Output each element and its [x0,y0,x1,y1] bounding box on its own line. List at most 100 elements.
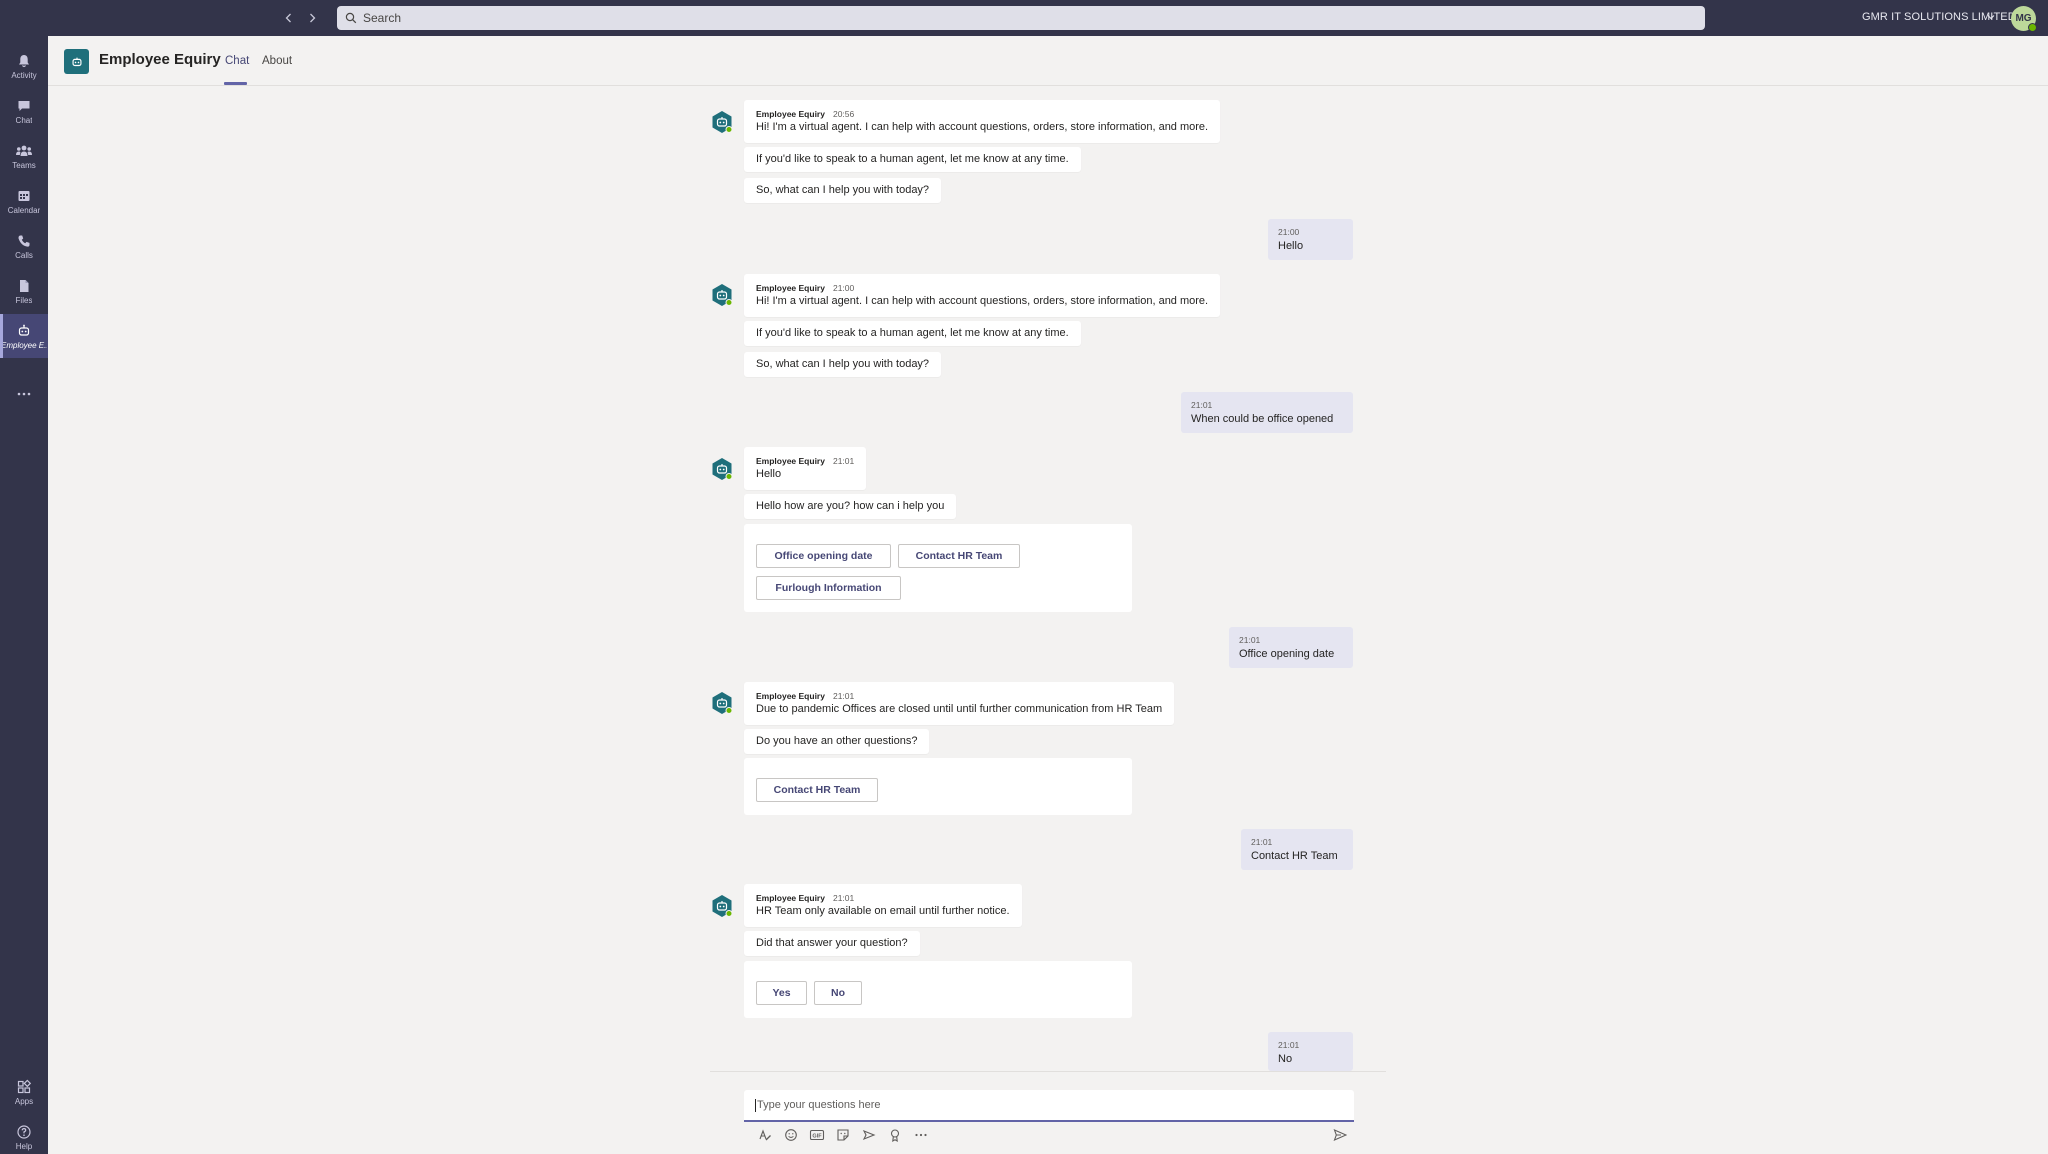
user-message: 21:01 No [1268,1032,1353,1071]
message-text: If you'd like to speak to a human agent,… [756,153,1069,165]
message-text: Hi! I'm a virtual agent. I can help with… [756,121,1209,133]
presence-indicator [2028,23,2037,32]
teams-icon [16,145,32,156]
bell-icon [19,54,29,67]
suggested-actions-card: Contact HR Team [744,758,1132,815]
sender-name: Employee Equiry [756,893,825,903]
rail-label: Chat [15,115,33,125]
contact-hr-team-button[interactable]: Contact HR Team [898,544,1020,568]
send-button[interactable] [1329,1126,1351,1144]
message-time: 21:01 [1278,1040,1300,1050]
chevron-down-icon[interactable] [1986,12,1996,22]
rail-label: Apps [14,1096,34,1106]
office-opening-date-button[interactable]: Office opening date [756,544,891,568]
suggested-actions-card: Yes No [744,961,1132,1018]
message-time: 21:01 [1239,635,1261,645]
message-time: 21:01 [832,691,855,701]
more-icon [17,392,31,396]
app-header: Employee Equiry Chat About [48,36,2048,86]
yes-button[interactable]: Yes [756,981,807,1005]
search-icon [345,12,357,24]
bot-message: Employee Equiry 21:01 Due to pandemic Off… [744,682,1175,725]
app-icon [64,49,89,74]
message-meta: Employee Equiry 21:01 [756,691,1162,702]
message-text: So, what can I help you with today? [756,184,930,196]
message-time: 21:01 [1251,837,1273,847]
message-text: If you'd like to speak to a human agent,… [756,327,1069,339]
bot-message: Did that answer your question? [744,931,920,956]
suggested-actions-card: Office opening date Contact HR Team Furl… [744,524,1132,612]
avatar[interactable]: MG [2011,6,2037,32]
rail-label: Teams [12,160,36,170]
rail-item-teams[interactable]: Teams [0,134,48,178]
compose-placeholder: Type your questions here [757,1099,881,1111]
rail-label: Help [15,1141,33,1151]
bot-message: Do you have an other questions? [744,729,930,754]
message-time: 20:56 [832,109,855,119]
send-icon [1333,1128,1347,1142]
rail-item-chat[interactable]: Chat [0,89,48,133]
bot-message: Employee Equiry 21:01 HR Team only availa… [744,884,1022,927]
bot-message: Employee Equiry 20:56 Hi! I'm a virtual a… [744,100,1221,143]
message-text: So, what can I help you with today? [756,358,930,370]
tab-chat[interactable]: Chat [225,55,249,67]
message-text: Contact HR Team [1251,850,1338,862]
bot-message: Employee Equiry 21:00 Hi! I'm a virtual a… [744,274,1221,317]
chat-icon [18,100,30,111]
bot-avatar-icon [712,692,733,714]
back-arrow-icon[interactable] [279,8,299,28]
bot-message: So, what can I help you with today? [744,178,942,203]
bot-message: Hello how are you? how can i help you [744,494,957,519]
rail-label: Files [15,295,33,305]
bot-message: If you'd like to speak to a human agent,… [744,321,1081,346]
sender-name: Employee Equiry [756,109,825,119]
active-tab-indicator [224,82,247,85]
rail-item-apps[interactable]: Apps [0,1070,48,1114]
phone-icon [18,235,30,247]
message-meta: Employee Equiry 20:56 [756,109,1208,120]
page-title: Employee Equiry [99,51,221,68]
rail-item-files[interactable]: Files [0,269,48,313]
rail-more-button[interactable] [0,372,48,416]
rail-item-employee-equiry[interactable]: Employee E... [0,314,48,358]
meet-icon[interactable] [856,1126,882,1144]
rail-item-activity[interactable]: Activity [0,44,48,88]
message-text: Hello [756,468,782,480]
bot-icon [71,57,82,66]
apps-icon [17,1079,32,1093]
rail-label: Activity [11,70,37,80]
no-button[interactable]: No [814,981,862,1005]
sticker-icon[interactable] [830,1126,856,1144]
message-text: When could be office opened [1191,413,1334,425]
message-time: 21:00 [832,283,855,293]
avatar-initials: MG [2015,13,2032,24]
more-icon[interactable] [908,1126,934,1144]
format-icon[interactable] [752,1126,778,1144]
compose-toolbar: GIF [752,1126,934,1144]
user-message: 21:00 Hello [1268,219,1353,260]
search-input[interactable]: Search [337,6,1705,30]
svg-text:GIF: GIF [812,1134,822,1140]
sender-name: Employee Equiry [756,456,825,466]
message-text: Office opening date [1239,648,1335,660]
bot-message: If you'd like to speak to a human agent,… [744,147,1081,172]
message-time: 21:01 [832,456,855,466]
forward-arrow-icon[interactable] [302,8,322,28]
sender-name: Employee Equiry [756,691,825,701]
text-caret [755,1098,756,1112]
praise-icon[interactable] [882,1126,908,1144]
furlough-information-button[interactable]: Furlough Information [756,576,901,600]
bot-message: Employee Equiry 21:01 Hello [744,447,867,490]
emoji-icon[interactable] [778,1126,804,1144]
rail-item-help[interactable]: Help [0,1115,48,1154]
bot-avatar-icon [712,458,733,480]
message-text: Did that answer your question? [756,937,908,949]
message-time: 21:01 [832,893,855,903]
rail-item-calls[interactable]: Calls [0,224,48,268]
tab-about[interactable]: About [262,55,292,67]
gif-icon[interactable]: GIF [804,1126,830,1144]
message-meta: Employee Equiry 21:01 [756,893,1010,904]
rail-item-calendar[interactable]: Calendar [0,179,48,223]
compose-input[interactable]: Type your questions here [744,1090,1354,1122]
contact-hr-team-button[interactable]: Contact HR Team [756,778,878,802]
